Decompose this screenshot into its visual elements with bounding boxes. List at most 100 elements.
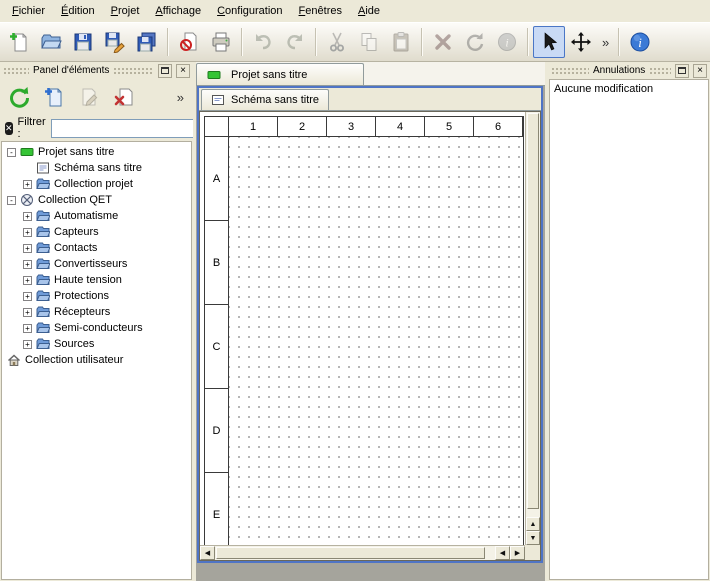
expand-expander[interactable]: + [23, 212, 32, 221]
row-header: A [205, 137, 229, 221]
expand-expander[interactable]: + [23, 340, 32, 349]
filter-label: Filtrer : [18, 116, 46, 140]
delete-element-icon [113, 86, 135, 108]
tree-item-collection-qet[interactable]: - Collection QET [2, 192, 191, 208]
horizontal-scrollbar-thumb[interactable] [216, 547, 485, 559]
menu-affichage[interactable]: Affichage [147, 2, 209, 20]
menu-fichier[interactable]: Fichier [4, 2, 53, 20]
tree-item-semi-conducteurs[interactable]: + Semi-conducteurs [2, 320, 191, 336]
copy-button [353, 26, 385, 58]
clear-filter-button[interactable]: ✕ [5, 122, 13, 135]
about-button[interactable]: i [624, 26, 656, 58]
scroll-down-button[interactable]: ▼ [526, 531, 540, 545]
print-button[interactable] [205, 26, 237, 58]
expand-expander[interactable]: + [23, 260, 32, 269]
expand-expander[interactable]: + [23, 228, 32, 237]
tree-item-protections[interactable]: + Protections [2, 288, 191, 304]
float-panel-button[interactable] [675, 64, 689, 78]
open-project-button[interactable] [35, 26, 67, 58]
arrow-down-icon: ▼ [530, 535, 537, 542]
tree-item-capteurs[interactable]: + Capteurs [2, 224, 191, 240]
expand-expander[interactable]: + [23, 276, 32, 285]
expand-expander[interactable]: + [23, 180, 32, 189]
scroll-left-button-2[interactable]: ◀ [495, 546, 510, 560]
tree-item-collection-projet[interactable]: + Collection projet [2, 176, 191, 192]
redo-icon [284, 31, 306, 53]
row-header: E [205, 473, 229, 545]
collapse-expander[interactable]: - [7, 196, 16, 205]
menu-aide[interactable]: Aide [350, 2, 388, 20]
qet-collection-icon [20, 193, 34, 207]
cut-icon [326, 31, 348, 53]
expand-expander[interactable]: + [23, 324, 32, 333]
filter-row: ✕ Filtrer : [0, 115, 193, 141]
horizontal-scrollbar-track[interactable] [215, 546, 495, 560]
tab-schema-sans-titre[interactable]: Schéma sans titre [201, 89, 329, 110]
tree-item-label: Semi-conducteurs [54, 322, 143, 334]
main-toolbar: i » i [0, 22, 710, 62]
folder-icon [36, 241, 50, 255]
save-all-button[interactable] [131, 26, 163, 58]
delete-button [427, 26, 459, 58]
tree-item-sources[interactable]: + Sources [2, 336, 191, 352]
scroll-right-button[interactable]: ▶ [510, 546, 525, 560]
folder-icon [36, 257, 50, 271]
toolbar-overflow-chevron[interactable]: » [597, 35, 614, 50]
horizontal-scrollbar[interactable]: ◀ ◀ ▶ [200, 545, 525, 560]
undo-panel-titlebar[interactable]: Annulations × [548, 62, 710, 79]
save-icon [72, 31, 94, 53]
filter-input[interactable] [51, 119, 201, 138]
column-header: 5 [425, 117, 474, 137]
save-button[interactable] [67, 26, 99, 58]
expand-expander[interactable]: + [23, 292, 32, 301]
folder-icon [36, 305, 50, 319]
delete-element-button[interactable] [109, 82, 139, 112]
diagram-canvas[interactable]: 1 2 3 4 5 6 A B C D E [200, 112, 525, 545]
tree-item-haute-tension[interactable]: + Haute tension [2, 272, 191, 288]
tree-item-convertisseurs[interactable]: + Convertisseurs [2, 256, 191, 272]
elements-panel-titlebar[interactable]: Panel d'éléments × [0, 62, 193, 79]
scroll-up-button[interactable]: ▲ [526, 517, 540, 531]
expand-expander[interactable]: + [23, 244, 32, 253]
menu-configuration[interactable]: Configuration [209, 2, 290, 20]
select-mode-button[interactable] [533, 26, 565, 58]
tree-item-label: Capteurs [54, 226, 99, 238]
scroll-left-button[interactable]: ◀ [200, 546, 215, 560]
dot-grid-field[interactable] [229, 137, 523, 545]
mdi-area: Schéma sans titre 1 2 3 4 5 [196, 86, 545, 581]
menu-projet[interactable]: Projet [103, 2, 148, 20]
panel-overflow-chevron[interactable]: » [172, 90, 189, 105]
undo-list-item[interactable]: Aucune modification [553, 82, 705, 96]
tree-item-contacts[interactable]: + Contacts [2, 240, 191, 256]
toolbar-separator [421, 28, 423, 56]
menu-fenetres[interactable]: Fenêtres [291, 2, 350, 20]
tree-item-schema[interactable]: Schéma sans titre [2, 160, 191, 176]
vertical-scrollbar[interactable]: ▲ ▼ [525, 112, 540, 545]
select-arrow-icon [538, 31, 560, 53]
schema-tabbar: Schéma sans titre [199, 88, 541, 111]
tree-item-automatisme[interactable]: + Automatisme [2, 208, 191, 224]
reload-collections-button[interactable] [4, 82, 34, 112]
schema-icon [36, 161, 50, 175]
tree-item-recepteurs[interactable]: + Récepteurs [2, 304, 191, 320]
vertical-scrollbar-thumb[interactable] [527, 113, 539, 509]
tab-projet-sans-titre[interactable]: Projet sans titre [196, 63, 364, 85]
float-panel-button[interactable] [158, 64, 172, 78]
new-element-button[interactable] [39, 82, 69, 112]
menu-edition[interactable]: Édition [53, 2, 103, 20]
folder-icon [36, 177, 50, 191]
elements-panel-toolbar: » [0, 79, 193, 115]
close-file-button[interactable] [173, 26, 205, 58]
toolbar-separator [315, 28, 317, 56]
close-panel-button[interactable]: × [693, 64, 707, 78]
collapse-expander[interactable]: - [7, 148, 16, 157]
save-as-button[interactable] [99, 26, 131, 58]
tree-item-project[interactable]: - Projet sans titre [2, 144, 191, 160]
expand-expander[interactable]: + [23, 308, 32, 317]
scroll-mode-button[interactable] [565, 26, 597, 58]
vertical-scrollbar-track[interactable] [526, 112, 540, 517]
new-document-button[interactable] [3, 26, 35, 58]
close-panel-button[interactable]: × [176, 64, 190, 78]
close-icon: × [697, 66, 703, 76]
tree-item-collection-utilisateur[interactable]: Collection utilisateur [2, 352, 191, 368]
